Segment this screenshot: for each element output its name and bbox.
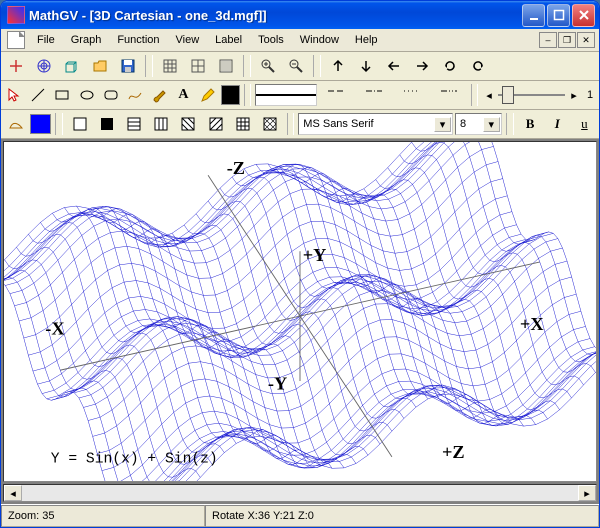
axis-label-neg-x: -X bbox=[45, 318, 65, 338]
scroll-track[interactable] bbox=[22, 485, 578, 501]
grid-c-icon[interactable] bbox=[213, 54, 239, 78]
menu-help[interactable]: Help bbox=[347, 31, 386, 49]
rect-icon[interactable] bbox=[51, 83, 73, 107]
arrow-down-icon[interactable] bbox=[353, 54, 379, 78]
new-2d-icon[interactable] bbox=[3, 54, 29, 78]
text-icon[interactable]: A bbox=[172, 83, 194, 107]
window-title: MathGV - [3D Cartesian - one_3d.mgf]] bbox=[29, 8, 520, 23]
line-width-slider[interactable] bbox=[498, 85, 565, 105]
status-zoom: Zoom: 35 bbox=[1, 505, 205, 527]
surface-plot: -Z +Z -X +X +Y -Y Y = Sin(x) + Sin(z) bbox=[4, 142, 596, 481]
font-size-select[interactable]: 8 ▾ bbox=[455, 113, 502, 135]
menu-function[interactable]: Function bbox=[109, 31, 167, 49]
font-family-value: MS Sans Serif bbox=[303, 118, 373, 130]
new-3d-icon[interactable] bbox=[59, 54, 85, 78]
chevron-down-icon: ▾ bbox=[483, 117, 500, 132]
brush-icon[interactable] bbox=[148, 83, 170, 107]
stroke-color-swatch[interactable] bbox=[221, 85, 240, 105]
toolbar-main bbox=[1, 52, 599, 81]
line-style-dash[interactable] bbox=[319, 83, 355, 107]
mdi-doc-icon[interactable] bbox=[7, 31, 25, 49]
grid-a-icon[interactable] bbox=[157, 54, 183, 78]
menu-view[interactable]: View bbox=[168, 31, 208, 49]
italic-icon[interactable]: I bbox=[545, 112, 570, 136]
menu-tools[interactable]: Tools bbox=[250, 31, 292, 49]
equation-label: Y = Sin(x) + Sin(z) bbox=[51, 452, 218, 468]
content-area: -Z +Z -X +X +Y -Y Y = Sin(x) + Sin(z) ◂ … bbox=[1, 139, 599, 504]
freehand-icon[interactable] bbox=[124, 83, 146, 107]
pattern-hatch1-icon[interactable] bbox=[122, 112, 147, 136]
pattern-diagcross-icon[interactable] bbox=[257, 112, 282, 136]
pattern-hatch3-icon[interactable] bbox=[176, 112, 201, 136]
zoom-out-icon[interactable] bbox=[283, 54, 309, 78]
pattern-cross-icon[interactable] bbox=[230, 112, 255, 136]
scroll-right-button[interactable]: ▸ bbox=[578, 485, 596, 501]
toolbar-draw: A ◂ ▸ 1 bbox=[1, 81, 599, 110]
horizontal-scrollbar[interactable]: ◂ ▸ bbox=[3, 484, 597, 502]
region-icon[interactable] bbox=[3, 112, 28, 136]
slider-left-button[interactable]: ◂ bbox=[482, 83, 496, 107]
menu-window[interactable]: Window bbox=[292, 31, 347, 49]
line-icon[interactable] bbox=[27, 83, 49, 107]
toolbar-fill: MS Sans Serif ▾ 8 ▾ B I u bbox=[1, 110, 599, 139]
axis-label-neg-z: -Z bbox=[227, 158, 245, 178]
axis-label-pos-y: +Y bbox=[303, 245, 327, 265]
plot-canvas[interactable]: -Z +Z -X +X +Y -Y Y = Sin(x) + Sin(z) bbox=[3, 141, 597, 482]
mdi-close-button[interactable]: ✕ bbox=[577, 32, 595, 48]
pencil-icon[interactable] bbox=[197, 83, 219, 107]
slider-value: 1 bbox=[583, 89, 597, 101]
menu-graph[interactable]: Graph bbox=[63, 31, 110, 49]
bold-icon[interactable]: B bbox=[518, 112, 543, 136]
arrow-left-icon[interactable] bbox=[381, 54, 407, 78]
chevron-down-icon: ▾ bbox=[434, 117, 451, 132]
new-polar-icon[interactable] bbox=[31, 54, 57, 78]
app-icon bbox=[7, 6, 25, 24]
titlebar[interactable]: MathGV - [3D Cartesian - one_3d.mgf]] bbox=[1, 1, 599, 29]
app-window: MathGV - [3D Cartesian - one_3d.mgf]] Fi… bbox=[0, 0, 600, 528]
font-family-select[interactable]: MS Sans Serif ▾ bbox=[298, 113, 453, 135]
pattern-hatch4-icon[interactable] bbox=[203, 112, 228, 136]
axis-label-pos-x: +X bbox=[520, 314, 544, 334]
line-style-dashdot[interactable] bbox=[356, 83, 392, 107]
pattern-solid-icon[interactable] bbox=[94, 112, 119, 136]
mdi-minimize-button[interactable]: – bbox=[539, 32, 557, 48]
menu-label[interactable]: Label bbox=[207, 31, 250, 49]
ellipse-icon[interactable] bbox=[76, 83, 98, 107]
status-rotate: Rotate X:36 Y:21 Z:0 bbox=[205, 505, 599, 527]
rounded-rect-icon[interactable] bbox=[100, 83, 122, 107]
rotate-ccw-icon[interactable] bbox=[437, 54, 463, 78]
pattern-none-icon[interactable] bbox=[67, 112, 92, 136]
fill-color-swatch[interactable] bbox=[30, 114, 51, 134]
close-button[interactable] bbox=[572, 4, 595, 27]
rotate-cw-icon[interactable] bbox=[465, 54, 491, 78]
font-size-value: 8 bbox=[460, 118, 466, 130]
mdi-restore-button[interactable]: ❐ bbox=[558, 32, 576, 48]
pattern-hatch2-icon[interactable] bbox=[149, 112, 174, 136]
pointer-icon[interactable] bbox=[3, 83, 25, 107]
zoom-in-icon[interactable] bbox=[255, 54, 281, 78]
statusbar: Zoom: 35 Rotate X:36 Y:21 Z:0 bbox=[1, 504, 599, 527]
underline-icon[interactable]: u bbox=[572, 112, 597, 136]
minimize-button[interactable] bbox=[522, 4, 545, 27]
mdi-controls: – ❐ ✕ bbox=[539, 32, 597, 48]
line-style-dashdotdot[interactable] bbox=[431, 83, 467, 107]
scroll-left-button[interactable]: ◂ bbox=[4, 485, 22, 501]
menubar: File Graph Function View Label Tools Win… bbox=[1, 29, 599, 52]
grid-b-icon[interactable] bbox=[185, 54, 211, 78]
maximize-button[interactable] bbox=[547, 4, 570, 27]
slider-right-button[interactable]: ▸ bbox=[567, 83, 581, 107]
menu-file[interactable]: File bbox=[29, 31, 63, 49]
axis-label-neg-y: -Y bbox=[268, 373, 287, 393]
line-style-solid[interactable] bbox=[255, 84, 317, 106]
axis-label-pos-z: +Z bbox=[442, 442, 465, 462]
arrow-right-icon[interactable] bbox=[409, 54, 435, 78]
arrow-up-icon[interactable] bbox=[325, 54, 351, 78]
open-icon[interactable] bbox=[87, 54, 113, 78]
save-icon[interactable] bbox=[115, 54, 141, 78]
line-style-dot[interactable] bbox=[394, 83, 430, 107]
